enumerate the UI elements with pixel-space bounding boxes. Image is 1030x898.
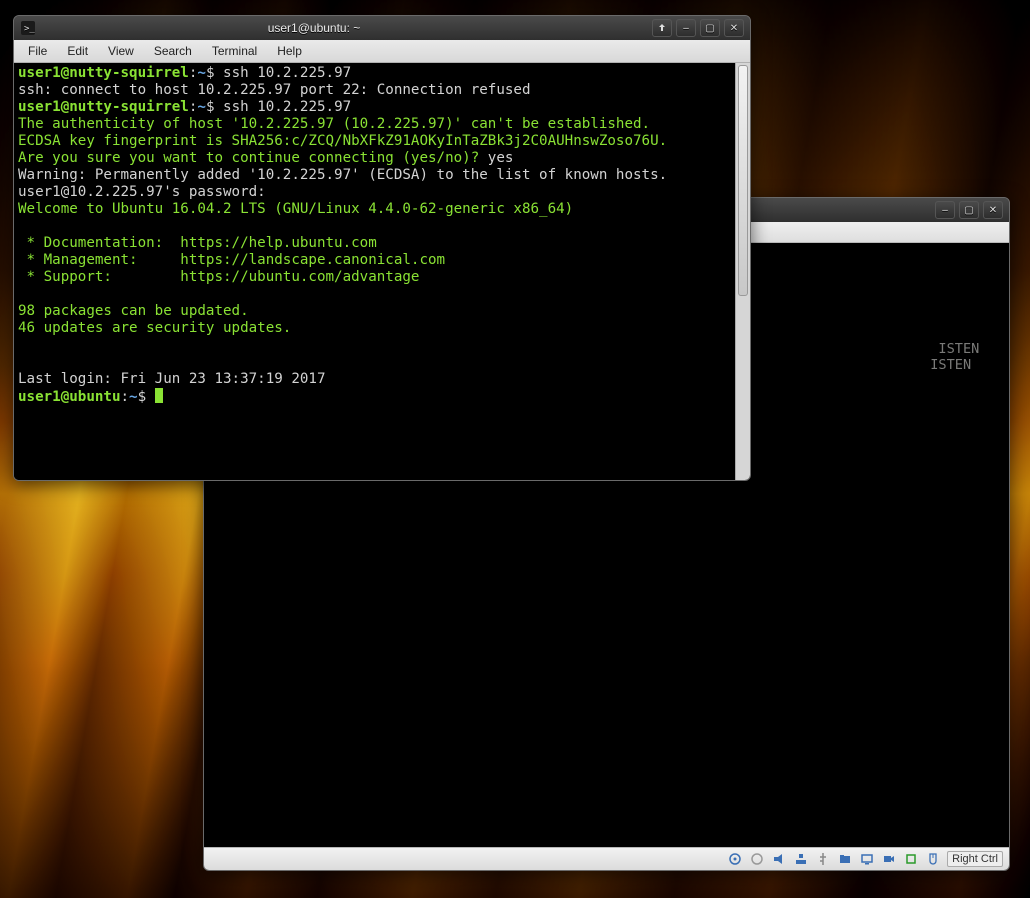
terminal-menu-file[interactable]: File xyxy=(18,42,57,60)
terminal-ontop-button[interactable] xyxy=(652,19,672,37)
vbox-optical-icon xyxy=(749,851,765,867)
terminal-maximize-button[interactable]: ▢ xyxy=(700,19,720,37)
svg-text:>_: >_ xyxy=(24,24,35,34)
vbox-recording-icon xyxy=(881,851,897,867)
terminal-titlebar[interactable]: >_ user1@ubuntu: ~ – ▢ ✕ xyxy=(14,16,750,40)
terminal-menubar: File Edit View Search Terminal Help xyxy=(14,40,750,63)
vbox-minimize-button[interactable]: – xyxy=(935,201,955,219)
terminal-app-icon: >_ xyxy=(20,20,36,36)
terminal-scrollbar[interactable] xyxy=(735,63,750,480)
vbox-processor-icon xyxy=(903,851,919,867)
terminal-window-title: user1@ubuntu: ~ xyxy=(42,21,646,35)
terminal-menu-search[interactable]: Search xyxy=(144,42,202,60)
vbox-hostkey-indicator: Right Ctrl xyxy=(947,851,1003,867)
terminal-menu-edit[interactable]: Edit xyxy=(57,42,98,60)
vbox-sata-icon xyxy=(727,851,743,867)
terminal-minimize-button[interactable]: – xyxy=(676,19,696,37)
terminal-scrollbar-thumb[interactable] xyxy=(738,65,748,296)
terminal-window: >_ user1@ubuntu: ~ – ▢ ✕ File Edit View … xyxy=(13,15,751,481)
vbox-status-bar: Right Ctrl xyxy=(204,847,1009,870)
terminal-menu-help[interactable]: Help xyxy=(267,42,312,60)
vbox-audio-icon xyxy=(771,851,787,867)
vbox-maximize-button[interactable]: ▢ xyxy=(959,201,979,219)
terminal-content[interactable]: user1@nutty-squirrel:~$ ssh 10.2.225.97 … xyxy=(14,63,735,480)
terminal-menu-view[interactable]: View xyxy=(98,42,144,60)
vbox-shared-folders-icon xyxy=(837,851,853,867)
vbox-mouse-icon xyxy=(925,851,941,867)
vbox-close-button[interactable]: ✕ xyxy=(983,201,1003,219)
vbox-display-icon xyxy=(859,851,875,867)
terminal-menu-terminal[interactable]: Terminal xyxy=(202,42,267,60)
vbox-network-icon xyxy=(793,851,809,867)
terminal-close-button[interactable]: ✕ xyxy=(724,19,744,37)
vbox-usb-icon xyxy=(815,851,831,867)
